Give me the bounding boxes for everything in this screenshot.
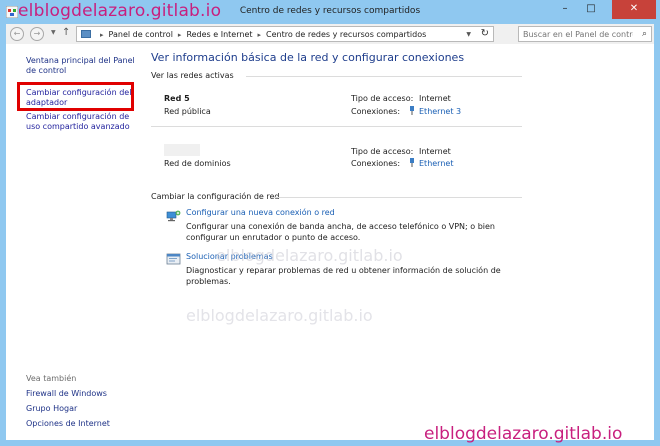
- watermark: elblogdelazaro.gitlab.io: [216, 246, 403, 265]
- access-type-value: Internet: [419, 147, 451, 156]
- ethernet-icon: [410, 158, 414, 167]
- breadcrumb: ▸ Panel de control ▸ Redes e Internet ▸ Centr…: [95, 30, 426, 39]
- search-icon[interactable]: ⌕: [642, 29, 647, 39]
- refresh-icon[interactable]: ↻: [481, 28, 489, 39]
- change-settings-heading: Cambiar la configuración de red: [151, 192, 280, 201]
- network-name: Red 5: [164, 94, 190, 103]
- access-type-value: Internet: [419, 94, 451, 103]
- control-panel-icon: [81, 30, 91, 38]
- access-type-label: Tipo de acceso:: [351, 147, 414, 156]
- link-control-panel-home[interactable]: Ventana principal del Panel de control: [26, 56, 138, 76]
- troubleshoot-description: Diagnosticar y reparar problemas de red …: [186, 266, 501, 286]
- link-windows-firewall[interactable]: Firewall de Windows: [26, 389, 138, 399]
- network-category: Red de dominios: [164, 159, 231, 168]
- breadcrumb-separator-icon[interactable]: ▸: [258, 31, 262, 39]
- divider: [246, 76, 522, 77]
- breadcrumb-item[interactable]: Centro de redes y recursos compartidos: [266, 30, 426, 39]
- search-input[interactable]: [523, 29, 633, 40]
- ethernet-icon: [410, 106, 414, 115]
- highlight-box: [17, 82, 134, 111]
- active-networks-heading: Ver las redes activas: [151, 71, 234, 80]
- breadcrumb-item[interactable]: Redes e Internet: [186, 30, 252, 39]
- address-dropdown-icon[interactable]: ▼: [466, 31, 471, 38]
- minimize-button[interactable]: –: [552, 0, 578, 19]
- network-category: Red pública: [164, 107, 211, 116]
- up-arrow-icon[interactable]: ↑: [62, 27, 70, 38]
- close-button[interactable]: ✕: [612, 0, 656, 19]
- link-homegroup[interactable]: Grupo Hogar: [26, 404, 138, 414]
- breadcrumb-item[interactable]: Panel de control: [109, 30, 173, 39]
- content-area: Ventana principal del Panel de control C…: [6, 44, 654, 444]
- connection-link[interactable]: Ethernet: [419, 159, 453, 168]
- network-setup-icon: [166, 210, 181, 222]
- redacted-network-name: [164, 144, 200, 156]
- connections-label: Conexiones:: [351, 159, 401, 168]
- link-advanced-sharing-settings[interactable]: Cambiar configuración de uso compartido …: [26, 112, 138, 132]
- connections-label: Conexiones:: [351, 107, 401, 116]
- forward-arrow-icon[interactable]: →: [30, 27, 44, 41]
- setup-connection-link[interactable]: Configurar una nueva conexión o red: [186, 208, 335, 217]
- connection-link[interactable]: Ethernet 3: [419, 107, 461, 116]
- navigation-bar: ← → ▼ ↑ ▸ Panel de control ▸ Redes e Intern…: [6, 24, 654, 44]
- setup-connection-description: Configurar una conexión de banda ancha, …: [186, 222, 496, 242]
- search-box[interactable]: ⌕: [518, 26, 652, 42]
- page-title: Ver información básica de la red y confi…: [151, 51, 465, 64]
- watermark: elblogdelazaro.gitlab.io: [424, 424, 623, 444]
- divider: [272, 197, 522, 198]
- maximize-button[interactable]: □: [578, 0, 604, 19]
- title-bar: elblogdelazaro.gitlab.io Centro de redes…: [0, 0, 660, 24]
- address-bar[interactable]: ▸ Panel de control ▸ Redes e Internet ▸ Centr…: [76, 26, 494, 42]
- watermark: elblogdelazaro.gitlab.io: [186, 306, 373, 325]
- breadcrumb-separator-icon[interactable]: ▸: [178, 31, 182, 39]
- left-pane: Ventana principal del Panel de control C…: [6, 44, 144, 440]
- window: elblogdelazaro.gitlab.io Centro de redes…: [0, 0, 660, 446]
- divider: [151, 126, 522, 127]
- troubleshoot-icon: [166, 253, 181, 265]
- link-internet-options[interactable]: Opciones de Internet: [26, 419, 138, 429]
- see-also-heading: Vea también: [26, 374, 77, 383]
- access-type-label: Tipo de acceso:: [351, 94, 414, 103]
- breadcrumb-separator-icon: ▸: [100, 31, 104, 39]
- back-arrow-icon[interactable]: ←: [10, 27, 24, 41]
- recent-locations-dropdown-icon[interactable]: ▼: [51, 29, 56, 36]
